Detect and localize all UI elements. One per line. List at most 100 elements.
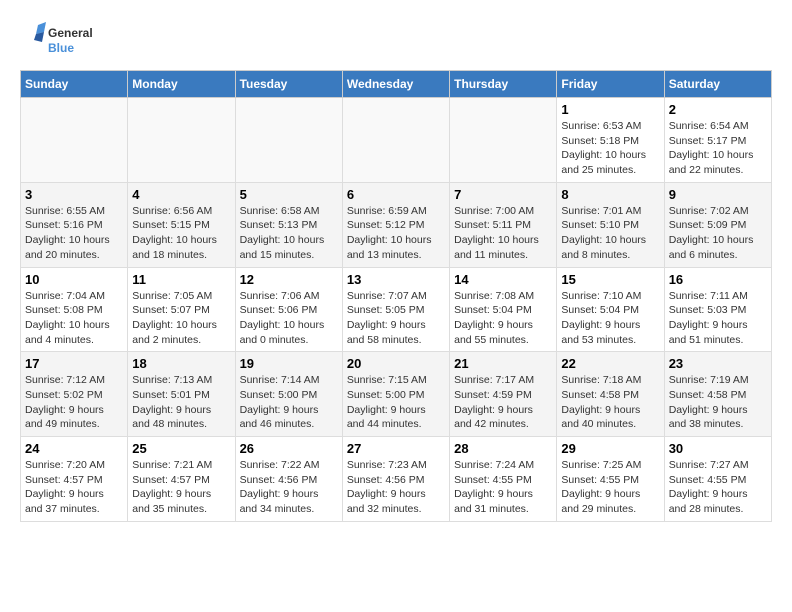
day-info: Sunrise: 7:13 AM Sunset: 5:01 PM Dayligh… (132, 373, 230, 432)
calendar-cell: 20 Sunrise: 7:15 AM Sunset: 5:00 PM Dayli… (342, 352, 449, 437)
day-number: 12 (240, 272, 338, 287)
day-header-wednesday: Wednesday (342, 71, 449, 98)
day-number: 19 (240, 356, 338, 371)
logo: General Blue (20, 20, 110, 60)
day-info: Sunrise: 7:20 AM Sunset: 4:57 PM Dayligh… (25, 458, 123, 517)
calendar-cell: 2 Sunrise: 6:54 AM Sunset: 5:17 PM Daylig… (664, 98, 771, 183)
day-info: Sunrise: 7:12 AM Sunset: 5:02 PM Dayligh… (25, 373, 123, 432)
svg-text:Blue: Blue (48, 41, 74, 55)
calendar-cell: 3 Sunrise: 6:55 AM Sunset: 5:16 PM Daylig… (21, 182, 128, 267)
calendar-cell: 15 Sunrise: 7:10 AM Sunset: 5:04 PM Dayli… (557, 267, 664, 352)
day-number: 20 (347, 356, 445, 371)
calendar-week-2: 3 Sunrise: 6:55 AM Sunset: 5:16 PM Daylig… (21, 182, 772, 267)
calendar-cell: 30 Sunrise: 7:27 AM Sunset: 4:55 PM Dayli… (664, 437, 771, 522)
calendar-week-5: 24 Sunrise: 7:20 AM Sunset: 4:57 PM Dayli… (21, 437, 772, 522)
day-info: Sunrise: 6:56 AM Sunset: 5:15 PM Dayligh… (132, 204, 230, 263)
day-number: 6 (347, 187, 445, 202)
day-info: Sunrise: 7:15 AM Sunset: 5:00 PM Dayligh… (347, 373, 445, 432)
calendar-cell: 28 Sunrise: 7:24 AM Sunset: 4:55 PM Dayli… (450, 437, 557, 522)
calendar-cell: 29Sunrise: 7:25 AM Sunset: 4:55 PM Dayli… (557, 437, 664, 522)
calendar-cell: 17 Sunrise: 7:12 AM Sunset: 5:02 PM Dayli… (21, 352, 128, 437)
day-number: 10 (25, 272, 123, 287)
day-number: 8 (561, 187, 659, 202)
day-number: 15 (561, 272, 659, 287)
day-number: 14 (454, 272, 552, 287)
day-info: Sunrise: 7:01 AM Sunset: 5:10 PM Dayligh… (561, 204, 659, 263)
day-number: 4 (132, 187, 230, 202)
day-info: Sunrise: 6:55 AM Sunset: 5:16 PM Dayligh… (25, 204, 123, 263)
day-info: Sunrise: 7:17 AM Sunset: 4:59 PM Dayligh… (454, 373, 552, 432)
calendar-cell: 5Sunrise: 6:58 AM Sunset: 5:13 PM Daylig… (235, 182, 342, 267)
day-info: Sunrise: 7:06 AM Sunset: 5:06 PM Dayligh… (240, 289, 338, 348)
day-info: Sunrise: 6:54 AM Sunset: 5:17 PM Dayligh… (669, 119, 767, 178)
day-header-friday: Friday (557, 71, 664, 98)
calendar-cell: 18 Sunrise: 7:13 AM Sunset: 5:01 PM Dayli… (128, 352, 235, 437)
day-number: 21 (454, 356, 552, 371)
calendar-cell: 11 Sunrise: 7:05 AM Sunset: 5:07 PM Dayli… (128, 267, 235, 352)
day-info: Sunrise: 7:23 AM Sunset: 4:56 PM Dayligh… (347, 458, 445, 517)
day-number: 1 (561, 102, 659, 117)
day-info: Sunrise: 7:22 AM Sunset: 4:56 PM Dayligh… (240, 458, 338, 517)
calendar-cell (128, 98, 235, 183)
calendar-cell: 7 Sunrise: 7:00 AM Sunset: 5:11 PM Daylig… (450, 182, 557, 267)
calendar-week-4: 17 Sunrise: 7:12 AM Sunset: 5:02 PM Dayli… (21, 352, 772, 437)
day-number: 9 (669, 187, 767, 202)
day-number: 25 (132, 441, 230, 456)
calendar-cell: 6Sunrise: 6:59 AM Sunset: 5:12 PM Daylig… (342, 182, 449, 267)
calendar-cell: 19 Sunrise: 7:14 AM Sunset: 5:00 PM Dayli… (235, 352, 342, 437)
calendar-cell: 8 Sunrise: 7:01 AM Sunset: 5:10 PM Daylig… (557, 182, 664, 267)
day-number: 24 (25, 441, 123, 456)
day-number: 16 (669, 272, 767, 287)
calendar-cell: 23 Sunrise: 7:19 AM Sunset: 4:58 PM Dayli… (664, 352, 771, 437)
calendar-cell: 13 Sunrise: 7:07 AM Sunset: 5:05 PM Dayli… (342, 267, 449, 352)
calendar-cell: 22 Sunrise: 7:18 AM Sunset: 4:58 PM Dayli… (557, 352, 664, 437)
day-number: 7 (454, 187, 552, 202)
day-info: Sunrise: 7:19 AM Sunset: 4:58 PM Dayligh… (669, 373, 767, 432)
day-number: 23 (669, 356, 767, 371)
day-number: 28 (454, 441, 552, 456)
calendar-cell: 12 Sunrise: 7:06 AM Sunset: 5:06 PM Dayli… (235, 267, 342, 352)
day-number: 18 (132, 356, 230, 371)
day-info: Sunrise: 7:11 AM Sunset: 5:03 PM Dayligh… (669, 289, 767, 348)
day-number: 30 (669, 441, 767, 456)
day-info: Sunrise: 7:21 AM Sunset: 4:57 PM Dayligh… (132, 458, 230, 517)
day-info: Sunrise: 7:08 AM Sunset: 5:04 PM Dayligh… (454, 289, 552, 348)
day-number: 22 (561, 356, 659, 371)
day-info: Sunrise: 7:14 AM Sunset: 5:00 PM Dayligh… (240, 373, 338, 432)
calendar-cell: 27 Sunrise: 7:23 AM Sunset: 4:56 PM Dayli… (342, 437, 449, 522)
day-info: Sunrise: 7:07 AM Sunset: 5:05 PM Dayligh… (347, 289, 445, 348)
calendar-cell: 9Sunrise: 7:02 AM Sunset: 5:09 PM Daylig… (664, 182, 771, 267)
calendar-cell: 24 Sunrise: 7:20 AM Sunset: 4:57 PM Dayli… (21, 437, 128, 522)
header: General Blue (20, 20, 772, 60)
day-info: Sunrise: 7:05 AM Sunset: 5:07 PM Dayligh… (132, 289, 230, 348)
day-info: Sunrise: 6:58 AM Sunset: 5:13 PM Dayligh… (240, 204, 338, 263)
day-header-saturday: Saturday (664, 71, 771, 98)
calendar-cell: 21 Sunrise: 7:17 AM Sunset: 4:59 PM Dayli… (450, 352, 557, 437)
day-number: 13 (347, 272, 445, 287)
calendar-cell: 25 Sunrise: 7:21 AM Sunset: 4:57 PM Dayli… (128, 437, 235, 522)
day-number: 17 (25, 356, 123, 371)
day-number: 2 (669, 102, 767, 117)
day-info: Sunrise: 7:00 AM Sunset: 5:11 PM Dayligh… (454, 204, 552, 263)
day-number: 3 (25, 187, 123, 202)
calendar-week-1: 1Sunrise: 6:53 AM Sunset: 5:18 PM Daylig… (21, 98, 772, 183)
calendar-week-3: 10 Sunrise: 7:04 AM Sunset: 5:08 PM Dayli… (21, 267, 772, 352)
calendar-cell: 10 Sunrise: 7:04 AM Sunset: 5:08 PM Dayli… (21, 267, 128, 352)
day-info: Sunrise: 7:10 AM Sunset: 5:04 PM Dayligh… (561, 289, 659, 348)
calendar-cell: 26Sunrise: 7:22 AM Sunset: 4:56 PM Dayli… (235, 437, 342, 522)
day-info: Sunrise: 7:04 AM Sunset: 5:08 PM Dayligh… (25, 289, 123, 348)
calendar-cell: 4 Sunrise: 6:56 AM Sunset: 5:15 PM Daylig… (128, 182, 235, 267)
day-header-thursday: Thursday (450, 71, 557, 98)
day-header-sunday: Sunday (21, 71, 128, 98)
day-info: Sunrise: 7:27 AM Sunset: 4:55 PM Dayligh… (669, 458, 767, 517)
day-info: Sunrise: 7:25 AM Sunset: 4:55 PM Dayligh… (561, 458, 659, 517)
day-number: 27 (347, 441, 445, 456)
day-header-monday: Monday (128, 71, 235, 98)
day-info: Sunrise: 7:18 AM Sunset: 4:58 PM Dayligh… (561, 373, 659, 432)
calendar-cell (235, 98, 342, 183)
day-number: 11 (132, 272, 230, 287)
logo-svg: General Blue (20, 20, 110, 60)
calendar: SundayMondayTuesdayWednesdayThursdayFrid… (20, 70, 772, 522)
calendar-cell: 14 Sunrise: 7:08 AM Sunset: 5:04 PM Dayli… (450, 267, 557, 352)
day-info: Sunrise: 7:24 AM Sunset: 4:55 PM Dayligh… (454, 458, 552, 517)
